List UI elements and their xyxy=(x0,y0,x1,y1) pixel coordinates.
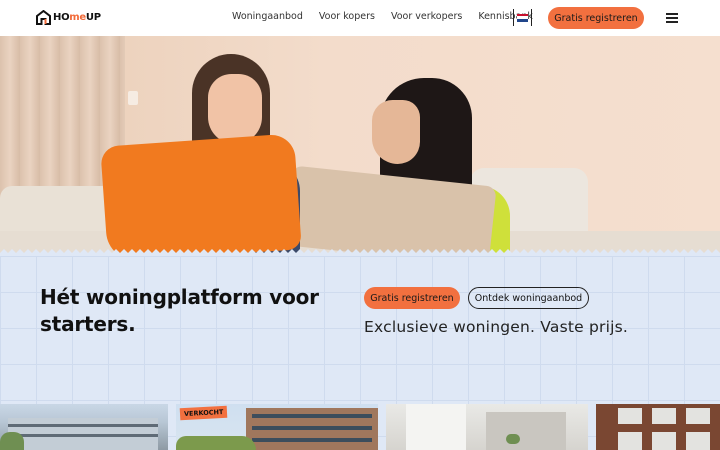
header-register-button[interactable]: Gratis registreren xyxy=(548,7,644,29)
zigzag-divider xyxy=(0,249,720,256)
logo-text: HOmeUP xyxy=(53,12,101,23)
page: HOmeUP Woningaanbod Voor kopers Voor ver… xyxy=(0,0,720,450)
nl-flag-icon xyxy=(517,13,528,22)
listing-card[interactable] xyxy=(596,404,720,450)
listing-carousel: VERKOCHT xyxy=(0,404,720,450)
site-header: HOmeUP Woningaanbod Voor kopers Voor ver… xyxy=(0,0,720,36)
explore-listings-button[interactable]: Ontdek woningaanbod xyxy=(468,287,589,309)
language-switcher[interactable] xyxy=(513,9,532,26)
listing-card[interactable] xyxy=(0,404,168,450)
nav-woningaanbod[interactable]: Woningaanbod xyxy=(232,11,303,22)
listing-card[interactable] xyxy=(386,404,588,450)
listing-card[interactable]: VERKOCHT xyxy=(176,404,378,450)
sold-badge: VERKOCHT xyxy=(179,405,228,421)
nav-voor-kopers[interactable]: Voor kopers xyxy=(319,11,375,22)
main-nav: Woningaanbod Voor kopers Voor verkopers … xyxy=(232,11,533,22)
register-button[interactable]: Gratis registreren xyxy=(364,287,460,309)
home-logo-icon xyxy=(36,10,51,25)
hamburger-menu-icon[interactable] xyxy=(666,13,678,23)
logo[interactable]: HOmeUP xyxy=(36,10,101,25)
tagline: Exclusieve woningen. Vaste prijs. xyxy=(364,318,629,336)
hero-image xyxy=(0,36,720,256)
nav-voor-verkopers[interactable]: Voor verkopers xyxy=(391,11,462,22)
page-headline: Hét woningplatform voor starters. xyxy=(40,285,319,336)
